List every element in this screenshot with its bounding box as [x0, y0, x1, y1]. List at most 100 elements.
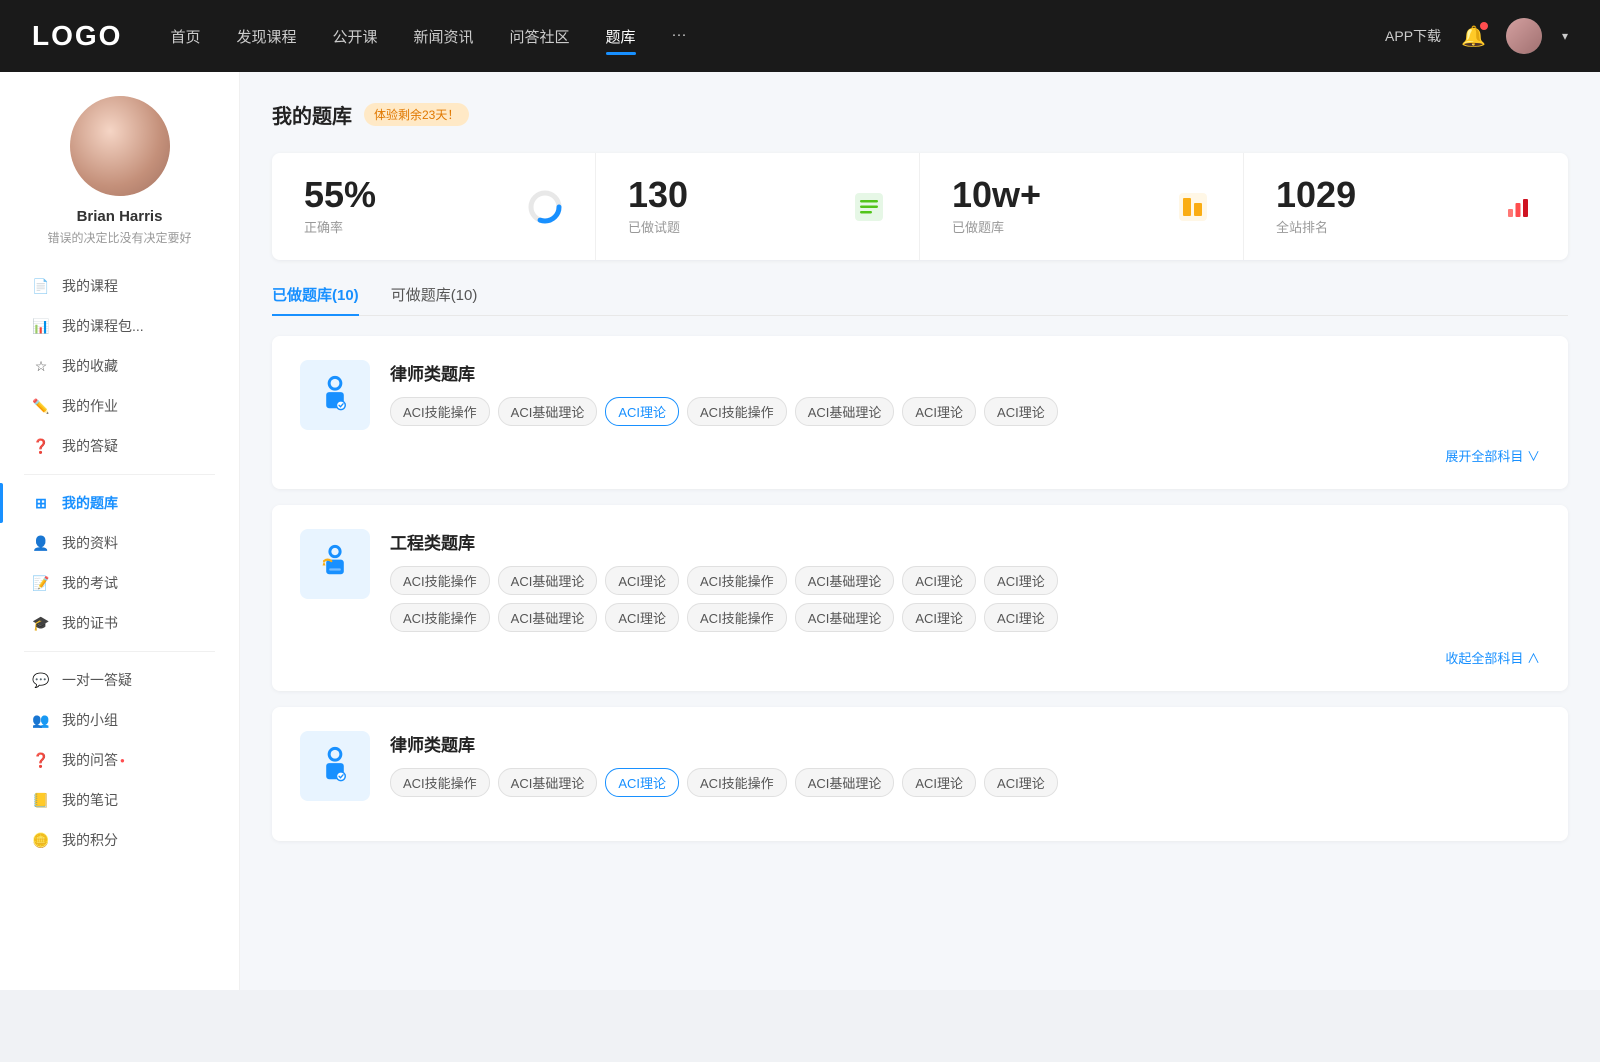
coin-icon: 🪙 [32, 831, 50, 849]
stat-rank-label: 全站排名 [1276, 217, 1486, 236]
chart-icon: 📊 [32, 317, 50, 335]
qbank-tag[interactable]: ACI基础理论 [498, 566, 598, 595]
nav-link-more[interactable]: ··· [672, 22, 687, 51]
qbank-tag-selected[interactable]: ACI理论 [605, 397, 679, 426]
qbank-tag[interactable]: ACI技能操作 [390, 566, 490, 595]
qbank-tag[interactable]: ACI理论 [984, 397, 1058, 426]
stat-rank: 1029 全站排名 [1244, 153, 1568, 260]
edit-icon: ✏️ [32, 397, 50, 415]
user-icon: 👤 [32, 534, 50, 552]
avatar[interactable] [1506, 18, 1542, 54]
sidebar-motto: 错误的决定比没有决定要好 [47, 229, 191, 246]
sidebar-menu: 📄 我的课程 📊 我的课程包... ☆ 我的收藏 ✏️ 我的作业 ❓ 我的答疑 … [0, 266, 239, 860]
sidebar-item-label: 我的问答 [62, 750, 118, 770]
nav-link-news[interactable]: 新闻资讯 [414, 22, 474, 51]
qbank-tag[interactable]: ACI技能操作 [687, 603, 787, 632]
sidebar-item-label: 我的考试 [62, 573, 118, 593]
rank-icon [1500, 189, 1536, 225]
qbank-tag[interactable]: ACI理论 [902, 603, 976, 632]
sidebar-item-my-qa[interactable]: ❓ 我的问答 ● [0, 740, 239, 780]
nav-link-discover[interactable]: 发现课程 [236, 22, 296, 51]
sidebar-item-label: 我的证书 [62, 613, 118, 633]
qbank-tag[interactable]: ACI基础理论 [795, 603, 895, 632]
notification-bell[interactable]: 🔔 [1461, 24, 1486, 49]
qbank-3-tags: ACI技能操作 ACI基础理论 ACI理论 ACI技能操作 ACI基础理论 AC… [390, 768, 1540, 797]
nav-link-home[interactable]: 首页 [170, 22, 200, 51]
sidebar-item-notes[interactable]: 📒 我的笔记 [0, 780, 239, 820]
chevron-down-icon[interactable]: ▾ [1562, 29, 1568, 43]
qbank-card-2-header: 工程类题库 ACI技能操作 ACI基础理论 ACI理论 ACI技能操作 ACI基… [300, 529, 1540, 632]
navbar: LOGO 首页 发现课程 公开课 新闻资讯 问答社区 题库 ··· APP下载 … [0, 0, 1600, 72]
qbank-tag[interactable]: ACI技能操作 [687, 397, 787, 426]
bank-icon [1175, 189, 1211, 225]
sidebar: Brian Harris 错误的决定比没有决定要好 📄 我的课程 📊 我的课程包… [0, 72, 240, 990]
qbank-tag[interactable]: ACI技能操作 [687, 566, 787, 595]
tab-available-banks[interactable]: 可做题库(10) [391, 284, 478, 315]
qbank-1-content: 律师类题库 ACI技能操作 ACI基础理论 ACI理论 ACI技能操作 ACI基… [390, 360, 1540, 426]
qbank-card-1: 律师类题库 ACI技能操作 ACI基础理论 ACI理论 ACI技能操作 ACI基… [272, 336, 1568, 489]
lawyer-icon [313, 373, 357, 417]
sidebar-item-course-packages[interactable]: 📊 我的课程包... [0, 306, 239, 346]
qbank-1-expand[interactable]: 展开全部科目 ∨ [300, 446, 1540, 465]
qbank-2-tags-row1: ACI技能操作 ACI基础理论 ACI理论 ACI技能操作 ACI基础理论 AC… [390, 566, 1540, 595]
sidebar-item-1on1[interactable]: 💬 一对一答疑 [0, 660, 239, 700]
qbank-tag[interactable]: ACI基础理论 [498, 397, 598, 426]
main-content: 我的题库 体验剩余23天！ 55% 正确率 [240, 72, 1600, 990]
qbank-tag[interactable]: ACI基础理论 [498, 768, 598, 797]
qbank-tag[interactable]: ACI基础理论 [498, 603, 598, 632]
qbank-tag[interactable]: ACI理论 [984, 566, 1058, 595]
question-icon: ❓ [32, 437, 50, 455]
sidebar-item-questions[interactable]: ❓ 我的答疑 [0, 426, 239, 466]
sidebar-username: Brian Harris [77, 208, 163, 225]
nav-link-qbank[interactable]: 题库 [606, 22, 636, 51]
sidebar-item-my-courses[interactable]: 📄 我的课程 [0, 266, 239, 306]
qbank-1-icon-wrap [300, 360, 370, 430]
sidebar-item-qbank[interactable]: ⊞ 我的题库 [0, 483, 239, 523]
qbank-tag[interactable]: ACI技能操作 [390, 397, 490, 426]
sidebar-item-label: 我的小组 [62, 710, 118, 730]
qbank-tag[interactable]: ACI理论 [902, 566, 976, 595]
qbank-tag[interactable]: ACI基础理论 [795, 566, 895, 595]
sidebar-avatar [70, 96, 170, 196]
app-download-link[interactable]: APP下载 [1385, 26, 1441, 46]
sidebar-item-homework[interactable]: ✏️ 我的作业 [0, 386, 239, 426]
avatar-image [1506, 18, 1542, 54]
qbank-3-icon-wrap [300, 731, 370, 801]
qbank-tag[interactable]: ACI理论 [902, 768, 976, 797]
sidebar-item-profile[interactable]: 👤 我的资料 [0, 523, 239, 563]
nav-links: 首页 发现课程 公开课 新闻资讯 问答社区 题库 ··· [170, 22, 1385, 51]
page-title-row: 我的题库 体验剩余23天！ [272, 100, 1568, 129]
sidebar-item-certificates[interactable]: 🎓 我的证书 [0, 603, 239, 643]
sidebar-item-groups[interactable]: 👥 我的小组 [0, 700, 239, 740]
qbank-2-content: 工程类题库 ACI技能操作 ACI基础理论 ACI理论 ACI技能操作 ACI基… [390, 529, 1540, 632]
tab-done-banks[interactable]: 已做题库(10) [272, 284, 359, 315]
qbank-tag[interactable]: ACI理论 [605, 566, 679, 595]
qbank-tag[interactable]: ACI技能操作 [390, 603, 490, 632]
nav-link-qa[interactable]: 问答社区 [510, 22, 570, 51]
stat-accuracy: 55% 正确率 [272, 153, 596, 260]
qbank-tag[interactable]: ACI理论 [605, 603, 679, 632]
sidebar-item-points[interactable]: 🪙 我的积分 [0, 820, 239, 860]
qbank-2-collapse[interactable]: 收起全部科目 ∧ [300, 648, 1540, 667]
qbank-tag[interactable]: ACI理论 [984, 768, 1058, 797]
qbank-tag[interactable]: ACI理论 [902, 397, 976, 426]
group-icon: 👥 [32, 711, 50, 729]
qbank-1-title: 律师类题库 [390, 360, 1540, 385]
sidebar-item-label: 我的积分 [62, 830, 118, 850]
nav-link-open[interactable]: 公开课 [332, 22, 377, 51]
tabs-row: 已做题库(10) 可做题库(10) [272, 284, 1568, 316]
qbank-tag[interactable]: ACI基础理论 [795, 768, 895, 797]
sidebar-item-exams[interactable]: 📝 我的考试 [0, 563, 239, 603]
qbank-tag-selected[interactable]: ACI理论 [605, 768, 679, 797]
qbank-tag[interactable]: ACI基础理论 [795, 397, 895, 426]
qbank-tag[interactable]: ACI理论 [984, 603, 1058, 632]
doc-icon: 📝 [32, 574, 50, 592]
nav-logo: LOGO [32, 20, 122, 52]
stats-row: 55% 正确率 130 已做试题 [272, 153, 1568, 260]
stat-accuracy-label: 正确率 [304, 217, 513, 236]
qbank-tag[interactable]: ACI技能操作 [687, 768, 787, 797]
sidebar-item-label: 我的笔记 [62, 790, 118, 810]
sidebar-item-favorites[interactable]: ☆ 我的收藏 [0, 346, 239, 386]
qbank-tag[interactable]: ACI技能操作 [390, 768, 490, 797]
stat-accuracy-value: 55% [304, 177, 513, 213]
